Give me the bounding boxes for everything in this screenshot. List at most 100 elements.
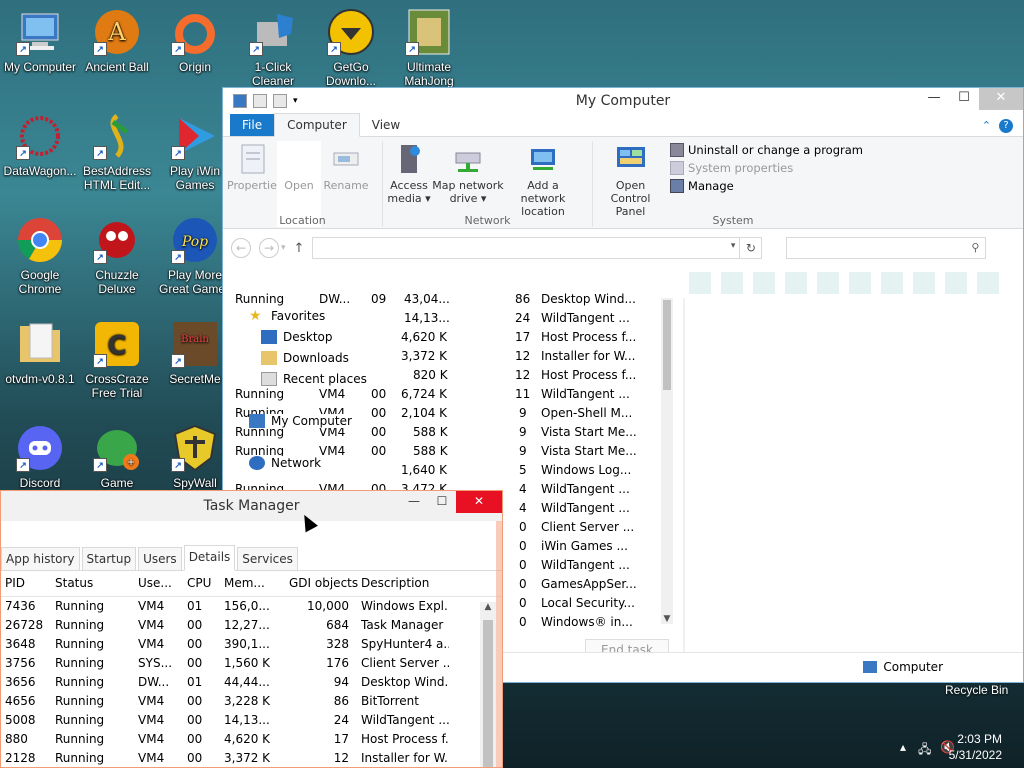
table-row[interactable]: 4656 Running VM4 00 3,228 K 86 BitTorrent <box>1 692 502 711</box>
star-icon: ★ <box>249 308 262 324</box>
system-properties-button[interactable]: System properties <box>670 161 863 175</box>
table-row[interactable]: 3756 Running SYS... 00 1,560 K 176 Client Serv… <box>1 654 502 673</box>
forward-button[interactable]: → <box>259 238 279 258</box>
desktop-icon-recycle-bin[interactable]: Recycle Bin <box>945 683 1008 697</box>
recent-locations-icon[interactable]: ▾ <box>281 243 286 253</box>
nav-item-favorites[interactable]: ★ Favorites <box>249 308 332 324</box>
pane-divider[interactable] <box>683 298 685 658</box>
desktop-icon-getgo[interactable]: ↗ GetGo Downlo... <box>311 8 391 88</box>
cell-memory: 14,13... <box>224 713 270 727</box>
desktop-icon-google-chrome[interactable]: Google Chrome <box>0 216 80 296</box>
chevron-down-icon[interactable]: ▾ <box>293 94 307 108</box>
column-header-pid[interactable]: PID <box>5 576 51 590</box>
task-manager-titlebar[interactable]: Task Manager — ☐ ✕ <box>1 491 502 521</box>
scrollbar-thumb[interactable] <box>663 300 671 390</box>
tab-view[interactable]: View <box>360 114 412 136</box>
help-icon[interactable]: ? <box>999 119 1013 133</box>
cell-gdi-objects: 328 <box>326 637 349 651</box>
clock[interactable]: 2:03 PM 5/31/2022 <box>949 731 1002 763</box>
nav-pane-scrollbar[interactable]: ▼ <box>661 298 673 624</box>
desktop-icon-crosscraze[interactable]: C ↗ CrossCraze Free Trial <box>77 320 157 400</box>
desktop-icon-ancient-ball[interactable]: A ↗ Ancient Ball <box>77 8 157 74</box>
desktop-icon-bestaddress[interactable]: ↗ BestAddress HTML Edit... <box>77 112 157 192</box>
minimize-button[interactable]: — <box>919 88 949 110</box>
tab-computer[interactable]: Computer <box>274 113 360 137</box>
column-header-user[interactable]: Use... <box>138 576 178 590</box>
details-scrollbar[interactable]: ▲ <box>480 602 496 767</box>
nav-item-downloads[interactable]: Downloads <box>261 351 355 365</box>
ribbon-group-network: Access media ▾ Map network drive ▾ Add a… <box>383 141 593 227</box>
iwin-icon: ↗ <box>171 112 219 160</box>
manage-button[interactable]: Manage <box>670 179 863 193</box>
cell-description: BitTorrent <box>361 694 419 708</box>
column-header-cpu[interactable]: CPU <box>187 576 217 590</box>
desktop-icon-ultimate-mahjong[interactable]: ↗ Ultimate MahJong <box>389 8 469 88</box>
tab-file[interactable]: File <box>230 114 275 136</box>
maximize-button[interactable]: ☐ <box>428 491 456 513</box>
computer-small-icon[interactable] <box>233 94 247 108</box>
cell-gdi-objects: 176 <box>326 656 349 670</box>
cell-cpu: 00 <box>187 751 203 765</box>
new-folder-qat-icon[interactable] <box>273 94 287 108</box>
desktop-icon-1-click-cleaner[interactable]: ↗ 1-Click Cleaner <box>233 8 313 88</box>
close-button[interactable]: ✕ <box>456 491 502 513</box>
tab-app-history[interactable]: App history <box>1 547 80 570</box>
maximize-button[interactable]: ☐ <box>949 88 979 110</box>
properties-qat-icon[interactable] <box>253 94 267 108</box>
column-header-description[interactable]: Description <box>361 576 449 590</box>
tab-services[interactable]: Services <box>237 547 298 570</box>
uninstall-program-button[interactable]: Uninstall or change a program <box>670 143 863 157</box>
desktop-icon-datawagon[interactable]: ↗ DataWagon... <box>0 112 80 178</box>
table-row[interactable]: 26728 Running VM4 00 12,27... 684 Task Manager <box>1 616 502 635</box>
chevron-up-icon[interactable]: ▲ <box>480 602 496 612</box>
nav-item-recent-places[interactable]: Recent places <box>261 372 373 386</box>
nav-item-desktop[interactable]: Desktop <box>261 330 339 344</box>
network-icon[interactable]: 🖧 <box>918 740 931 761</box>
scrollbar-thumb[interactable] <box>483 620 493 767</box>
network-location-icon <box>527 143 559 175</box>
close-button[interactable]: ✕ <box>979 88 1023 110</box>
table-row[interactable]: 2128 Running VM4 00 3,372 K 12 Installer for W… <box>1 749 502 767</box>
ghost-row: Running VM4 00 6,724 K 11 WildTangent ... <box>235 387 630 401</box>
popcap-icon: Pop ↗ <box>171 216 219 264</box>
cell-cpu: 00 <box>187 637 203 651</box>
table-row[interactable]: 7436 Running VM4 01 156,0... 10,000 Windows Ex… <box>1 597 502 616</box>
origin-icon: ↗ <box>171 8 219 56</box>
table-row[interactable]: 3648 Running VM4 00 390,1... 328 SpyHunter4 a.… <box>1 635 502 654</box>
column-header-status[interactable]: Status <box>55 576 135 590</box>
cell-user: VM4 <box>138 694 165 708</box>
chevron-down-icon[interactable]: ⌃ <box>982 119 991 133</box>
address-input[interactable]: ▾ <box>312 237 741 259</box>
desktop-icon-discord[interactable]: ↗ Discord <box>0 424 80 490</box>
desktop-icon-chuzzle[interactable]: ↗ Chuzzle Deluxe <box>77 216 157 296</box>
up-button[interactable]: ↑ <box>294 241 305 256</box>
tab-users[interactable]: Users <box>138 547 182 570</box>
cell-pid: 4656 <box>5 694 36 708</box>
table-header: PID Status Use... CPU Mem... GDI objects… <box>1 571 502 597</box>
back-button[interactable]: ← <box>231 238 251 258</box>
refresh-button[interactable]: ↻ <box>740 237 763 259</box>
desktop-icon-my-computer[interactable]: ↗ My Computer <box>0 8 80 74</box>
explorer-titlebar[interactable]: ▾ My Computer — ☐ ✕ <box>223 88 1023 114</box>
table-row[interactable]: 5008 Running VM4 00 14,13... 24 WildTangent ..… <box>1 711 502 730</box>
cell-memory: 12,27... <box>224 618 270 632</box>
minimize-button[interactable]: — <box>400 491 428 513</box>
column-header-gdi-objects[interactable]: GDI objects <box>289 576 367 590</box>
desktop-icon-otvdm[interactable]: otvdm-v0.8.1 <box>0 320 80 386</box>
table-row[interactable]: 3656 Running DW... 01 44,44... 94 Desktop Wind… <box>1 673 502 692</box>
nav-item-network[interactable]: Network <box>249 456 328 470</box>
chevron-down-icon[interactable]: ▾ <box>731 241 736 251</box>
column-header-memory[interactable]: Mem... <box>224 576 270 590</box>
programs-icon <box>670 143 685 157</box>
tab-details[interactable]: Details <box>183 545 236 571</box>
search-input[interactable]: ⚲ <box>786 237 987 259</box>
table-row[interactable]: 880 Running VM4 00 4,620 K 17 Host Process f..… <box>1 730 502 749</box>
cell-user: VM4 <box>138 618 165 632</box>
desktop-icon-origin[interactable]: ↗ Origin <box>155 8 235 74</box>
chevron-down-icon[interactable]: ▼ <box>661 614 673 624</box>
nav-item-my-computer[interactable]: My Computer <box>249 414 358 428</box>
desktop-icon-game[interactable]: + ↗ Game <box>77 424 157 490</box>
show-hidden-icons-icon[interactable]: ▴ <box>900 740 906 754</box>
tab-startup[interactable]: Startup <box>81 547 137 570</box>
cell-user: VM4 <box>138 637 165 651</box>
